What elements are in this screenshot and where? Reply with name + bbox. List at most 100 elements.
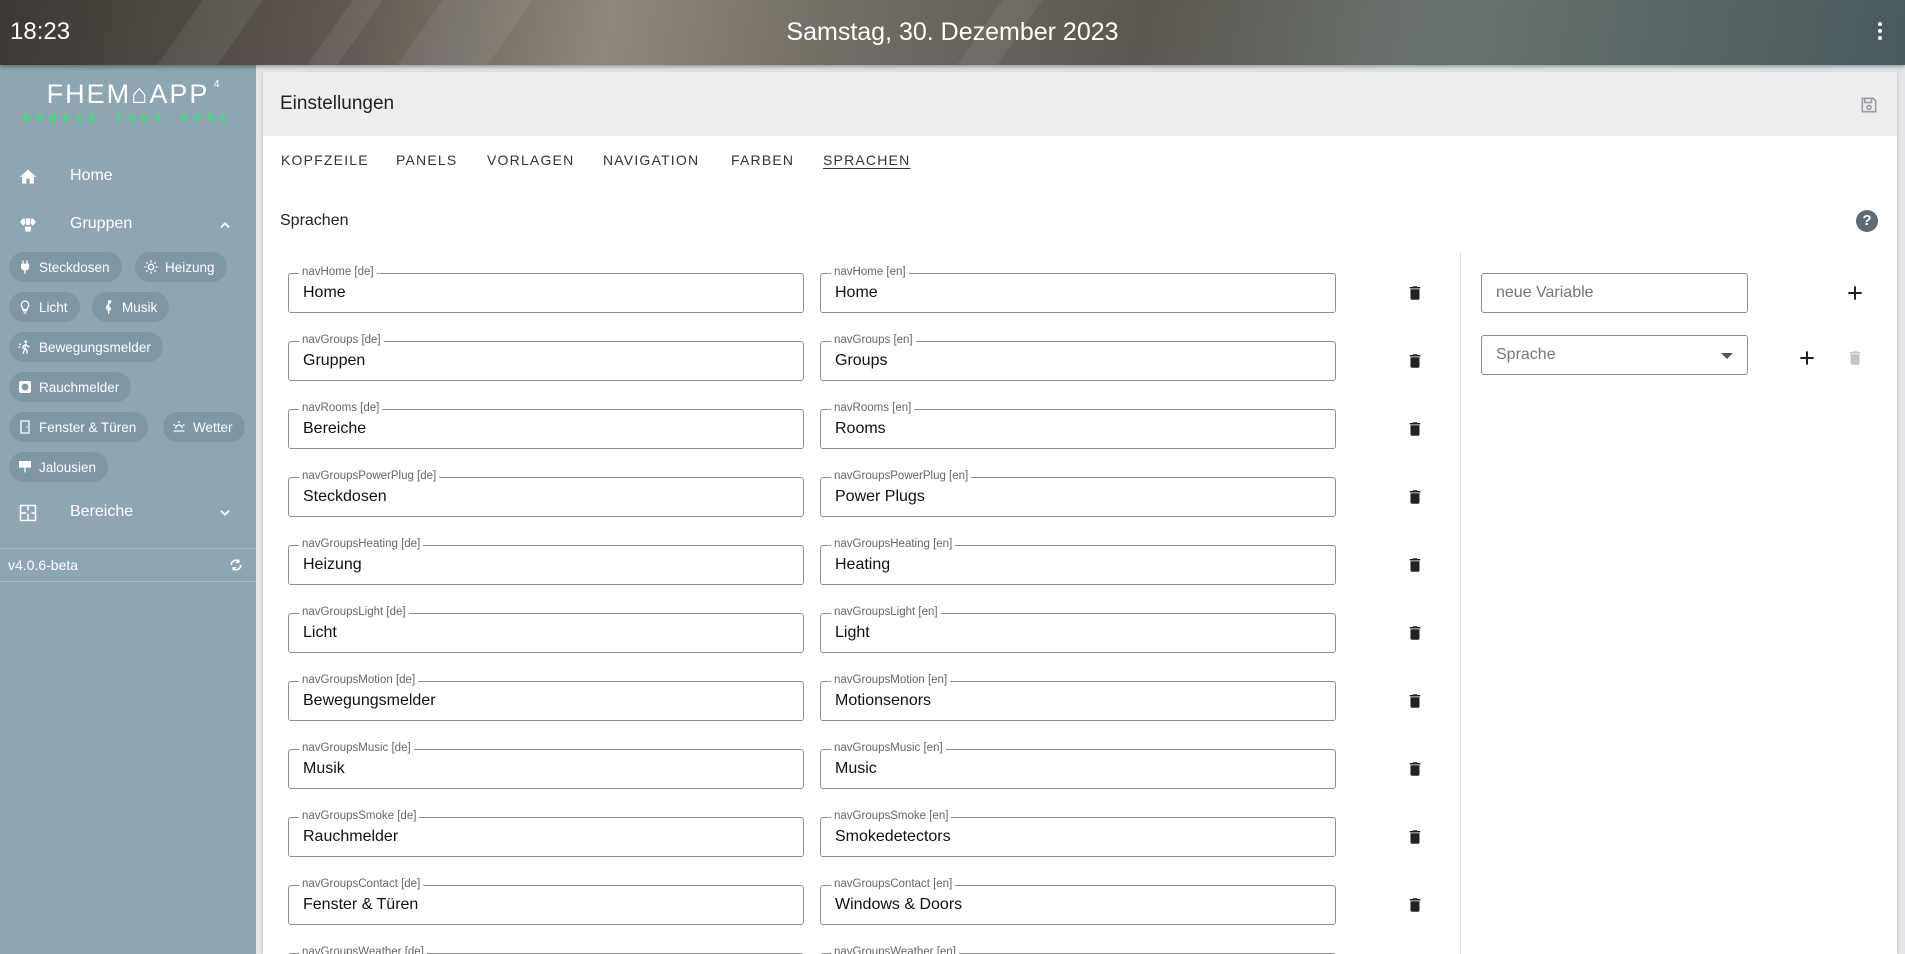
- home-icon: [19, 169, 37, 184]
- translation-field-de[interactable]: navGroupsSmoke [de]: [288, 809, 804, 857]
- sidebar: FHEM⌂APP 4 MANAGE YOUR HOME Home Gruppen …: [0, 65, 256, 954]
- translation-field-de[interactable]: navGroupsMotion [de]: [288, 673, 804, 721]
- translation-field-de[interactable]: navGroupsPowerPlug [de]: [288, 469, 804, 517]
- translation-field-de[interactable]: navGroupsMusic [de]: [288, 741, 804, 789]
- translation-field-en[interactable]: navGroupsSmoke [en]: [820, 809, 1336, 857]
- delete-icon[interactable]: [1406, 690, 1424, 712]
- translation-input-en[interactable]: [835, 750, 1329, 788]
- translation-field-en[interactable]: navGroupsHeating [en]: [820, 537, 1336, 585]
- door-icon: [20, 420, 30, 434]
- translation-field-en[interactable]: navGroupsLight [en]: [820, 605, 1336, 653]
- lightbulb-icon: [20, 300, 30, 314]
- chevron-up-icon[interactable]: [218, 218, 232, 232]
- chip-steckdosen[interactable]: Steckdosen: [9, 252, 122, 282]
- sync-icon[interactable]: [228, 557, 244, 573]
- translation-input-de[interactable]: [303, 342, 797, 380]
- delete-language-icon[interactable]: [1846, 347, 1864, 369]
- chip-musik[interactable]: Musik: [92, 292, 170, 322]
- chip-fenster-tueren[interactable]: Fenster & Türen: [9, 412, 149, 442]
- delete-icon[interactable]: [1406, 622, 1424, 644]
- version-row: v4.0.6-beta: [0, 548, 256, 582]
- blinds-icon: [19, 461, 31, 473]
- add-language-icon[interactable]: [1797, 348, 1817, 368]
- translation-input-en[interactable]: [835, 546, 1329, 584]
- delete-icon[interactable]: [1406, 418, 1424, 440]
- tab-navigation[interactable]: NAVIGATION: [603, 152, 699, 168]
- panel-divider: [1460, 252, 1461, 954]
- translation-field-en[interactable]: navGroupsContact [en]: [820, 877, 1336, 925]
- tab-kopfzeile[interactable]: KOPFZEILE: [281, 152, 369, 168]
- translation-field-en[interactable]: navGroupsMusic [en]: [820, 741, 1336, 789]
- new-variable-input[interactable]: [1496, 274, 1696, 312]
- groups-icon: [20, 218, 36, 232]
- translation-field-de[interactable]: navGroupsContact [de]: [288, 877, 804, 925]
- delete-icon[interactable]: [1406, 350, 1424, 372]
- chevron-down-icon[interactable]: [218, 506, 232, 520]
- chip-licht[interactable]: Licht: [9, 292, 80, 322]
- delete-icon[interactable]: [1406, 282, 1424, 304]
- tab-vorlagen[interactable]: VORLAGEN: [487, 152, 574, 168]
- sidebar-item-areas[interactable]: Bereiche: [0, 491, 256, 535]
- chip-jalousien[interactable]: Jalousien: [9, 452, 109, 482]
- translation-input-en[interactable]: [835, 274, 1329, 312]
- translation-field-en[interactable]: navGroups [en]: [820, 333, 1336, 381]
- help-icon[interactable]: ?: [1856, 210, 1878, 232]
- new-variable-field[interactable]: [1481, 273, 1748, 313]
- translation-field-en[interactable]: navRooms [en]: [820, 401, 1336, 449]
- delete-icon[interactable]: [1406, 826, 1424, 848]
- sidebar-item-label: Gruppen: [70, 215, 133, 232]
- tab-panels[interactable]: PANELS: [396, 152, 457, 168]
- delete-icon[interactable]: [1406, 554, 1424, 576]
- translation-field-de[interactable]: navGroupsHeating [de]: [288, 537, 804, 585]
- more-menu-icon[interactable]: [1877, 22, 1883, 42]
- version-label: v4.0.6-beta: [8, 557, 79, 573]
- language-select[interactable]: Sprache: [1481, 335, 1748, 375]
- delete-icon[interactable]: [1406, 486, 1424, 508]
- sidebar-item-label: Bereiche: [70, 503, 134, 520]
- translation-input-de[interactable]: [303, 274, 797, 312]
- tab-sprachen[interactable]: SPRACHEN: [823, 152, 910, 168]
- translation-input-de[interactable]: [303, 614, 797, 652]
- card-header: Einstellungen: [263, 72, 1897, 136]
- translation-input-en[interactable]: [835, 614, 1329, 652]
- music-clef-icon: [105, 300, 112, 314]
- translation-input-en[interactable]: [835, 682, 1329, 720]
- chip-heizung[interactable]: Heizung: [135, 252, 227, 282]
- chip-rauchmelder[interactable]: Rauchmelder: [9, 372, 132, 402]
- settings-card: Einstellungen KOPFZEILE PANELS VORLAGEN …: [263, 72, 1897, 954]
- translation-field-en[interactable]: navGroupsPowerPlug [en]: [820, 469, 1336, 517]
- translation-input-de[interactable]: [303, 546, 797, 584]
- chip-wetter[interactable]: Wetter: [163, 412, 245, 442]
- caret-down-icon: [1721, 353, 1733, 359]
- translation-input-en[interactable]: [835, 342, 1329, 380]
- chip-bewegungsmelder[interactable]: Bewegungsmelder: [9, 332, 163, 362]
- translation-field-de[interactable]: navGroups [de]: [288, 333, 804, 381]
- translation-input-de[interactable]: [303, 410, 797, 448]
- delete-icon[interactable]: [1406, 758, 1424, 780]
- field-label: navGroupsWeather [de]: [299, 945, 427, 954]
- sidebar-item-home[interactable]: Home: [0, 155, 256, 199]
- motion-walk-icon: [18, 340, 30, 354]
- sun-heat-icon: [144, 260, 158, 274]
- sidebar-item-groups[interactable]: Gruppen: [0, 203, 256, 247]
- translation-input-en[interactable]: [835, 818, 1329, 856]
- translation-field-de[interactable]: navHome [de]: [288, 265, 804, 313]
- translation-input-en[interactable]: [835, 478, 1329, 516]
- translation-input-de[interactable]: [303, 886, 797, 924]
- translation-input-de[interactable]: [303, 818, 797, 856]
- translation-field-en[interactable]: navGroupsMotion [en]: [820, 673, 1336, 721]
- save-icon[interactable]: [1859, 95, 1879, 115]
- translation-input-en[interactable]: [835, 886, 1329, 924]
- field-label: navGroupsWeather [en]: [831, 945, 959, 954]
- translation-field-de[interactable]: navRooms [de]: [288, 401, 804, 449]
- delete-icon[interactable]: [1406, 894, 1424, 916]
- translation-input-de[interactable]: [303, 682, 797, 720]
- translation-input-de[interactable]: [303, 750, 797, 788]
- add-variable-icon[interactable]: [1845, 283, 1865, 303]
- translation-field-en[interactable]: navHome [en]: [820, 265, 1336, 313]
- translation-input-de[interactable]: [303, 478, 797, 516]
- date-display: Samstag, 30. Dezember 2023: [786, 18, 1119, 46]
- translation-field-de[interactable]: navGroupsLight [de]: [288, 605, 804, 653]
- tab-farben[interactable]: FARBEN: [731, 152, 794, 168]
- translation-input-en[interactable]: [835, 410, 1329, 448]
